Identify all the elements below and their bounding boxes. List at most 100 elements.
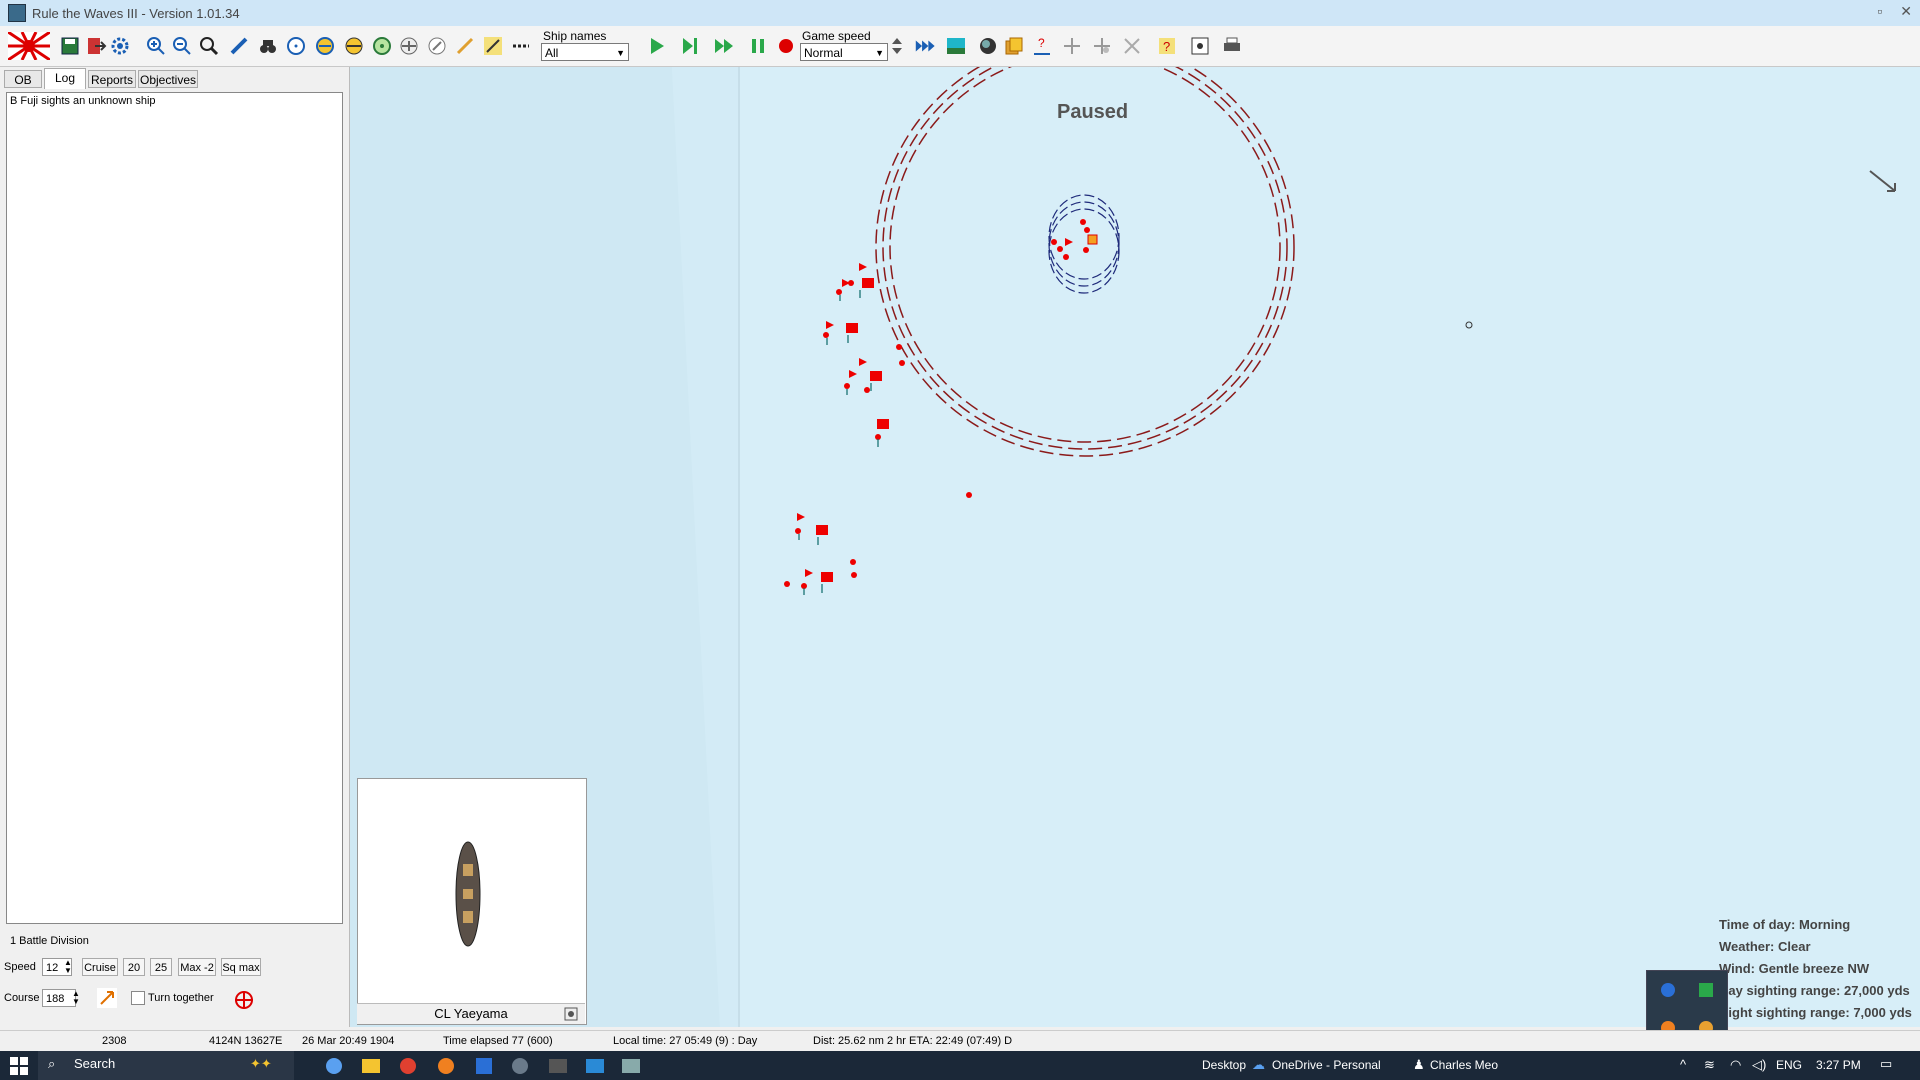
status-distance: Dist: 25.62 nm 2 hr ETA: 22:49 (07:49) D — [813, 1035, 1013, 1047]
cards-icon[interactable] — [1002, 34, 1026, 58]
game-speed-label: Game speed — [802, 29, 871, 43]
ship-names-select[interactable]: All ▼ — [541, 43, 629, 61]
play-icon[interactable] — [644, 34, 668, 58]
course-input[interactable]: 188 — [42, 989, 76, 1007]
ship-name: CL Yaeyama — [357, 1003, 585, 1024]
outlook-icon[interactable] — [586, 1059, 604, 1073]
pause-icon[interactable] — [746, 34, 770, 58]
log-list[interactable]: B Fuji sights an unknown ship — [6, 92, 343, 924]
tab-ob[interactable]: OB — [4, 70, 42, 88]
range-circle-icon[interactable] — [284, 34, 308, 58]
search-box[interactable]: ⌕ Search ✦✦ — [38, 1051, 294, 1080]
onedrive-label[interactable]: OneDrive - Personal — [1272, 1058, 1381, 1072]
direction-arrow-icon[interactable] — [1869, 170, 1896, 192]
help-icon[interactable]: ? — [1155, 34, 1179, 58]
status-date: 26 Mar 20:49 1904 — [302, 1035, 395, 1047]
binoculars-icon[interactable] — [256, 34, 280, 58]
tab-log[interactable]: Log — [44, 68, 86, 89]
svg-text:?: ? — [1038, 36, 1045, 50]
status-bar: 2308 4124N 13627E 26 Mar 20:49 1904 Time… — [0, 1030, 1920, 1052]
language-indicator[interactable]: ENG — [1776, 1058, 1802, 1072]
windows-start-icon[interactable] — [10, 1057, 28, 1078]
rule-the-waves-taskbar-icon[interactable] — [622, 1059, 640, 1073]
close-icon[interactable]: ✕ — [1900, 3, 1912, 20]
speed-20-button[interactable]: 20 — [123, 958, 145, 976]
formation-settings-icon[interactable] — [1090, 34, 1114, 58]
zoom-out-icon[interactable] — [170, 34, 194, 58]
waypoint-marker[interactable] — [1465, 321, 1473, 329]
speed-25-button[interactable]: 25 — [150, 958, 172, 976]
desktop-label[interactable]: Desktop — [1202, 1058, 1246, 1072]
tray-security-icon[interactable] — [1699, 983, 1713, 997]
pencil-icon[interactable] — [481, 34, 505, 58]
wifi-icon[interactable]: ◠ — [1730, 1057, 1741, 1073]
scatter-icon[interactable] — [1120, 34, 1144, 58]
max-minus-2-button[interactable]: Max -2 — [178, 958, 216, 976]
game-speed-select[interactable]: Normal ▼ — [800, 43, 888, 61]
line-formation-icon[interactable] — [342, 34, 366, 58]
course-spinner-icon[interactable]: ▲ ▼ — [72, 990, 80, 1006]
svg-text:?: ? — [1163, 39, 1170, 54]
file-explorer-icon[interactable] — [362, 1059, 380, 1073]
step-icon[interactable] — [678, 34, 702, 58]
notifications-icon[interactable]: ▭ — [1880, 1056, 1892, 1072]
turn-together-label: Turn together — [148, 992, 214, 1004]
user-icon: ♟ — [1413, 1057, 1425, 1072]
firefox-icon[interactable] — [438, 1058, 454, 1074]
enemy-ship-group[interactable] — [784, 263, 972, 589]
volume-icon[interactable]: ◁) — [1752, 1057, 1766, 1073]
terminal-icon[interactable] — [549, 1059, 567, 1073]
ruler-icon[interactable] — [227, 34, 251, 58]
settings-gear-icon[interactable] — [108, 34, 132, 58]
globe-icon[interactable] — [976, 34, 1000, 58]
record-icon[interactable] — [774, 34, 798, 58]
dropbox-icon[interactable] — [476, 1058, 492, 1074]
fast-forward-icon[interactable] — [712, 34, 736, 58]
target-circle-icon[interactable] — [370, 34, 394, 58]
taskbar: ⌕ Search ✦✦ Desktop ☁ OneDrive - Persona… — [0, 1051, 1920, 1080]
torpedo-icon[interactable] — [453, 34, 477, 58]
course-arrow-icon[interactable] — [97, 988, 117, 1011]
target-crosshair-icon[interactable] — [233, 989, 255, 1014]
network-icon[interactable]: ≋ — [1704, 1057, 1715, 1073]
sq-max-button[interactable]: Sq max — [221, 958, 261, 976]
user-label[interactable]: Charles Meo — [1430, 1058, 1498, 1072]
zoom-search-icon[interactable] — [197, 34, 221, 58]
formation-circle-icon[interactable] — [313, 34, 337, 58]
range-rings — [875, 67, 1295, 457]
division-name: 1 Battle Division — [10, 935, 89, 947]
chrome-icon[interactable] — [400, 1058, 416, 1074]
copilot-icon[interactable] — [326, 1058, 342, 1074]
aircraft-icon[interactable] — [397, 34, 421, 58]
maximize-icon[interactable]: ▫ — [1877, 3, 1882, 20]
print-icon[interactable] — [1220, 34, 1244, 58]
zoom-in-icon[interactable] — [144, 34, 168, 58]
speed-spinner-icon[interactable] — [890, 34, 904, 58]
status-time-elapsed: Time elapsed 77 (600) — [443, 1035, 553, 1047]
turn-together-checkbox[interactable] — [131, 991, 145, 1005]
rising-sun-flag-icon[interactable] — [8, 32, 50, 60]
cruise-button[interactable]: Cruise — [82, 958, 118, 976]
max-speed-icon[interactable] — [912, 34, 940, 58]
app-icon[interactable] — [512, 1058, 528, 1074]
compass-icon[interactable] — [425, 34, 449, 58]
map-icon[interactable] — [944, 34, 968, 58]
help-ship-icon[interactable]: ? — [1030, 34, 1054, 58]
clock[interactable]: 3:27 PM — [1816, 1058, 1861, 1072]
course-label: Course — [4, 992, 40, 1004]
save-icon[interactable] — [58, 34, 82, 58]
tray-chevron-icon[interactable]: ^ — [1680, 1057, 1686, 1072]
formation-cross-icon[interactable] — [1060, 34, 1084, 58]
status-local-time: Local time: 27 05:49 (9) : Day — [613, 1035, 758, 1047]
tab-reports[interactable]: Reports — [88, 70, 136, 88]
speed-label: Speed — [4, 961, 36, 973]
tray-app-icon[interactable] — [1661, 983, 1675, 997]
ship-lock-icon[interactable] — [563, 1006, 579, 1028]
tab-objectives[interactable]: Objectives — [138, 70, 198, 88]
dashed-line-icon[interactable] — [509, 34, 533, 58]
report-icon[interactable] — [1188, 34, 1212, 58]
speed-spinner-icon[interactable]: ▲ ▼ — [64, 959, 72, 975]
player-ship-marker[interactable] — [1087, 234, 1098, 245]
exit-icon[interactable] — [84, 34, 108, 58]
left-panel: OB Log Reports Objectives B Fuji sights … — [0, 67, 350, 1027]
